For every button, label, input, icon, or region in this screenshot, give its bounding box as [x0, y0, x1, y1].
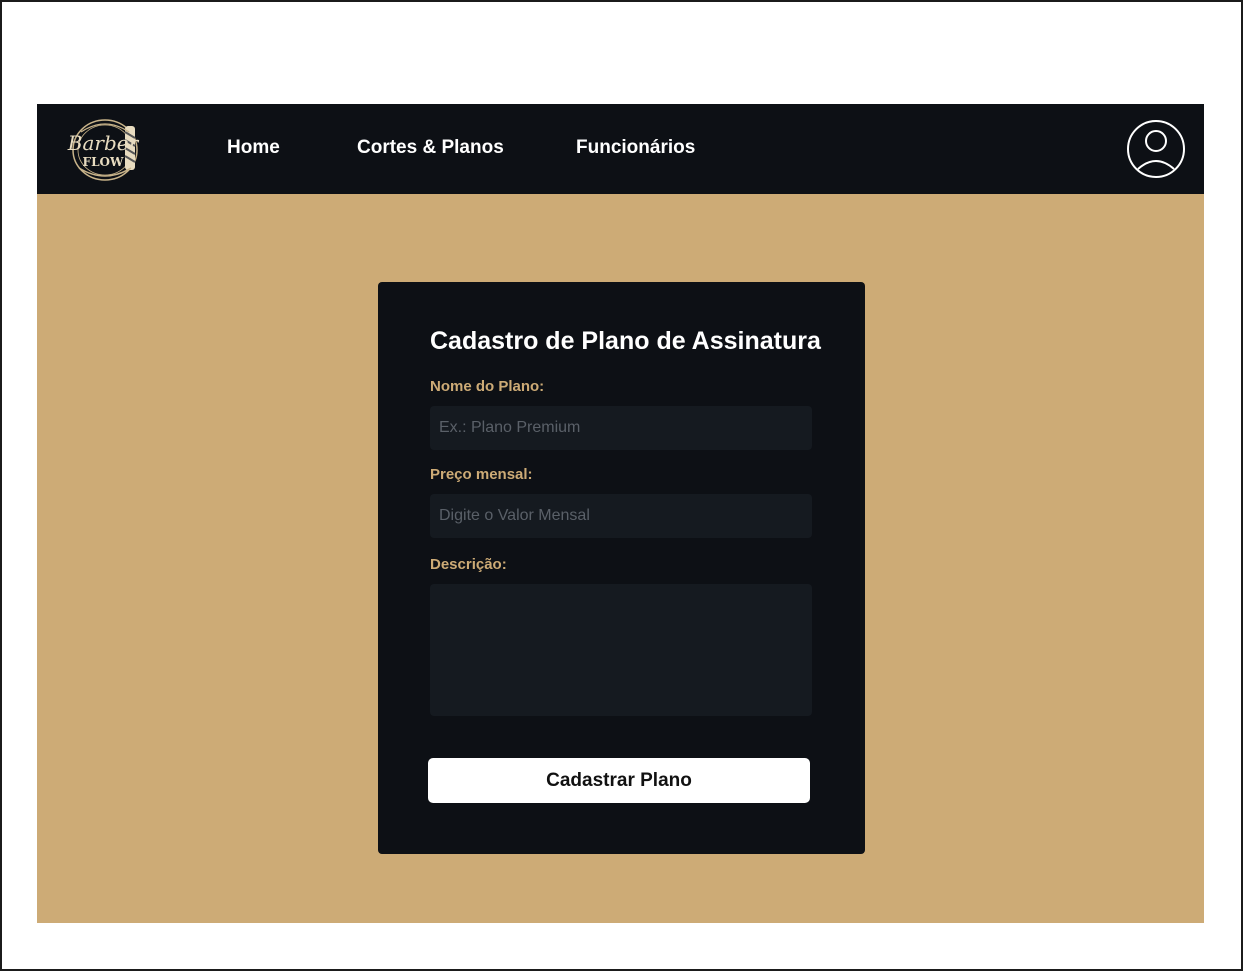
description-label: Descrição:: [430, 556, 507, 573]
logo-lettering: Barber FLOW: [67, 131, 140, 169]
plan-name-input[interactable]: [430, 406, 812, 450]
form-title: Cadastro de Plano de Assinatura: [430, 327, 821, 355]
plan-form-card: Cadastro de Plano de Assinatura Nome do …: [378, 282, 865, 854]
logo-text-bottom: FLOW: [83, 155, 124, 169]
nav-cortes-planos-link[interactable]: Cortes & Planos: [357, 137, 504, 159]
user-circle-icon: [1127, 120, 1185, 178]
nav-funcionarios-link[interactable]: Funcionários: [576, 137, 695, 159]
brand-logo[interactable]: Barber FLOW: [67, 112, 147, 186]
nav-home-link[interactable]: Home: [227, 137, 280, 159]
monthly-price-input[interactable]: [430, 494, 812, 538]
app-container: Barber FLOW Home Cortes & Planos Funcion…: [37, 104, 1204, 923]
plan-name-label: Nome do Plano:: [430, 378, 545, 395]
register-plan-button[interactable]: Cadastrar Plano: [428, 758, 810, 803]
monthly-price-label: Preço mensal:: [430, 466, 533, 483]
window-frame: Barber FLOW Home Cortes & Planos Funcion…: [0, 0, 1243, 971]
top-navbar: Barber FLOW Home Cortes & Planos Funcion…: [37, 104, 1204, 194]
logo-text-top: Barber: [67, 131, 140, 155]
description-textarea[interactable]: [430, 584, 812, 716]
profile-button[interactable]: [1126, 119, 1186, 179]
